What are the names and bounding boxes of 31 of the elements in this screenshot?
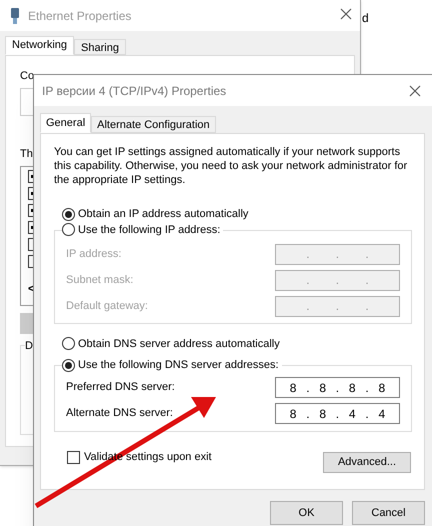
ip-field[interactable]: 8 . 8 . 8 . 8	[275, 377, 400, 398]
window-title: Ethernet Properties	[28, 8, 132, 24]
radio-label: Use the following IP address:	[78, 222, 220, 238]
dialog-button[interactable]: Cancel	[352, 501, 425, 525]
window-title: IP версии 4 (TCP/IPv4) Properties	[42, 82, 226, 100]
section-label: Th	[20, 146, 33, 162]
tab[interactable]: Alternate Configuration	[91, 116, 216, 133]
advanced-button[interactable]: Advanced...	[323, 452, 411, 473]
tab[interactable]: General	[40, 113, 92, 133]
close-icon[interactable]	[340, 8, 352, 20]
field-label: IP address:	[66, 246, 122, 262]
radio-button[interactable]	[62, 358, 75, 372]
radio-label: Obtain DNS server address automatically	[78, 336, 280, 352]
field-label: Alternate DNS server:	[66, 406, 173, 422]
field-label: Subnet mask:	[66, 272, 134, 288]
dialog-button[interactable]: OK	[270, 501, 343, 525]
radio-label: Use the following DNS server addresses:	[78, 358, 279, 373]
description-text: You can get IP settings assigned automatically if your network supports this capability. Otherwise, you need to ask your network administrator for the appropriate IP settings.	[54, 145, 408, 187]
tab[interactable]: Sharing	[74, 39, 126, 55]
radio-label: Obtain an IP address automatically	[78, 207, 248, 222]
radio-button[interactable]	[62, 337, 75, 350]
radio-button[interactable]	[62, 208, 75, 221]
tab[interactable]: Networking	[5, 36, 74, 55]
close-icon[interactable]	[409, 85, 421, 97]
network-adapter-icon	[10, 8, 20, 24]
radio-button[interactable]	[62, 223, 75, 236]
checkbox[interactable]	[67, 451, 80, 464]
field-label: Default gateway:	[66, 298, 148, 314]
ip-field[interactable]: 8 . 8 . 4 . 4	[275, 403, 400, 424]
field-label: Preferred DNS server:	[66, 380, 175, 396]
desktop-text: d	[362, 10, 369, 27]
